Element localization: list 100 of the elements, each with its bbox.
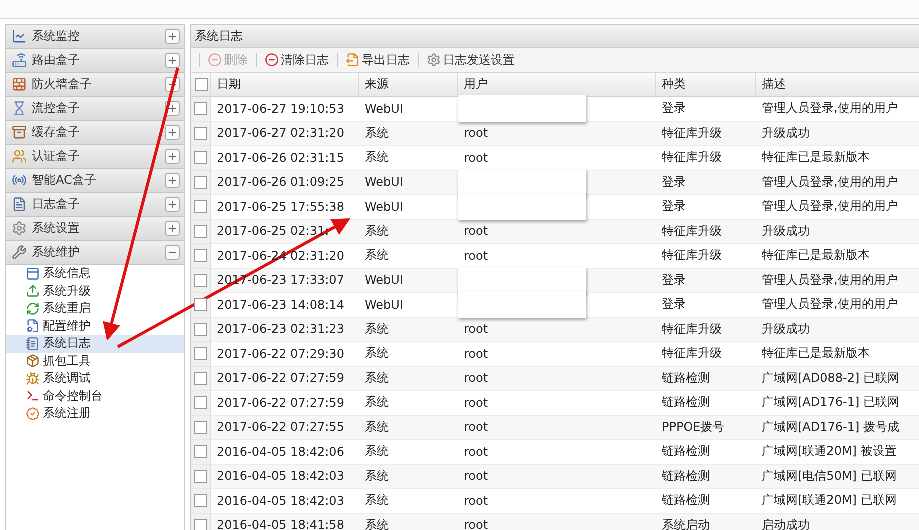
expand-button[interactable] xyxy=(165,149,180,164)
expand-button[interactable] xyxy=(165,221,180,236)
sidebar-section[interactable]: 系统维护 xyxy=(6,241,184,265)
table-cell: 登录 xyxy=(656,170,756,195)
table-cell: root xyxy=(458,122,656,146)
column-header[interactable]: 日期 xyxy=(211,73,359,97)
sidebar-section[interactable]: 路由盒子 xyxy=(6,49,184,73)
export-icon xyxy=(346,53,360,67)
table-cell: root xyxy=(458,464,656,489)
sidebar-section[interactable]: 系统设置 xyxy=(6,217,184,241)
sidebar-section[interactable]: 日志盒子 xyxy=(6,193,184,217)
window-icon xyxy=(26,266,40,281)
section-label: 日志盒子 xyxy=(32,196,81,213)
plus-icon xyxy=(167,55,178,66)
section-label: 系统监控 xyxy=(32,28,81,45)
column-header[interactable]: 种类 xyxy=(656,73,756,97)
column-header[interactable]: 来源 xyxy=(359,73,458,97)
table-cell: 2017-06-22 07:27:59 xyxy=(211,366,359,391)
table-cell: 2016-04-05 18:41:58 xyxy=(211,514,359,530)
sidebar-section[interactable]: 流控盒子 xyxy=(6,97,184,121)
item-label: 系统注册 xyxy=(43,405,91,422)
table-cell: 广域网[AD088-2] 已联网 xyxy=(756,366,919,391)
hourglass-icon xyxy=(12,101,27,116)
item-label: 系统升级 xyxy=(43,282,91,300)
sidebar-item[interactable]: 系统信息 xyxy=(6,265,184,282)
sidebar-item[interactable]: 命令控制台 xyxy=(6,388,184,405)
row-checkbox[interactable] xyxy=(194,518,207,530)
collapse-button[interactable] xyxy=(165,245,180,260)
expand-button[interactable] xyxy=(165,53,180,68)
row-checkbox[interactable] xyxy=(194,445,207,458)
row-checkbox[interactable] xyxy=(194,224,207,238)
chart-icon xyxy=(12,29,27,44)
row-checkbox[interactable] xyxy=(194,176,207,189)
plus-icon xyxy=(167,31,178,42)
section-label: 认证盒子 xyxy=(32,148,81,165)
toolbar-button[interactable]: 导出日志 xyxy=(344,52,412,68)
table-cell: 升级成功 xyxy=(756,318,919,342)
sidebar-item[interactable]: 系统升级 xyxy=(6,282,184,300)
plus-icon xyxy=(167,175,178,186)
row-checkbox[interactable] xyxy=(194,494,207,508)
section-label: 流控盒子 xyxy=(32,100,81,117)
table-cell: 升级成功 xyxy=(756,220,919,244)
row-checkbox[interactable] xyxy=(194,347,207,360)
item-label: 命令控制台 xyxy=(43,388,103,405)
table-cell: 系统 xyxy=(359,514,458,530)
box-icon xyxy=(12,125,27,140)
table-cell: 广域网[AD176-1] 拨号成 xyxy=(756,416,919,440)
row-checkbox[interactable] xyxy=(194,200,207,214)
plus-icon xyxy=(167,199,178,210)
row-checkbox[interactable] xyxy=(194,249,207,262)
table-cell: WebUI xyxy=(359,268,458,293)
row-checkbox[interactable] xyxy=(194,322,207,336)
debug-icon xyxy=(26,372,40,386)
toolbar-button[interactable]: 日志发送设置 xyxy=(425,52,517,68)
plus-icon xyxy=(167,103,178,114)
table-cell: PPPOE拨号 xyxy=(656,416,756,440)
item-label: 系统信息 xyxy=(43,265,91,282)
table-cell: 系统 xyxy=(359,366,458,391)
select-all-checkbox[interactable] xyxy=(195,78,208,91)
row-checkbox[interactable] xyxy=(194,470,207,483)
table-cell: 2017-06-26 01:09:25 xyxy=(211,170,359,195)
table-cell: 2017-06-22 07:27:55 xyxy=(211,416,359,440)
item-label: 系统重启 xyxy=(43,300,91,318)
table-cell: root xyxy=(458,416,656,440)
toolbar-button[interactable]: 清除日志 xyxy=(263,52,331,68)
gear-icon xyxy=(12,221,27,236)
table-cell: 2017-06-25 02:31: xyxy=(211,220,359,244)
expand-button[interactable] xyxy=(165,125,180,140)
row-checkbox[interactable] xyxy=(194,126,207,140)
row-checkbox[interactable] xyxy=(194,151,207,164)
table-cell: 2017-06-23 02:31:23 xyxy=(211,318,359,342)
sidebar-item[interactable]: 配置维护 xyxy=(6,318,184,335)
row-checkbox[interactable] xyxy=(194,298,207,312)
sidebar-section[interactable]: 认证盒子 xyxy=(6,145,184,169)
sidebar-section[interactable]: 缓存盒子 xyxy=(6,121,184,145)
table-cell: 2017-06-27 02:31:20 xyxy=(211,122,359,146)
table-cell: 管理人员登录,使用的用户 xyxy=(756,170,919,195)
column-header[interactable]: 用户 xyxy=(458,73,656,97)
expand-button[interactable] xyxy=(165,197,180,212)
sidebar-item[interactable]: 系统注册 xyxy=(6,405,184,422)
sidebar-item[interactable]: 系统日志 xyxy=(6,335,184,352)
row-checkbox[interactable] xyxy=(194,372,207,385)
sidebar-item[interactable]: 系统调试 xyxy=(6,370,184,388)
notebook-icon xyxy=(26,336,40,351)
expand-button[interactable] xyxy=(165,29,180,44)
sidebar-item[interactable]: 系统重启 xyxy=(6,300,184,318)
item-label: 配置维护 xyxy=(43,318,91,335)
sidebar-section[interactable]: 防火墙盒子 xyxy=(6,73,184,97)
row-checkbox[interactable] xyxy=(194,274,207,287)
row-checkbox[interactable] xyxy=(194,102,207,116)
column-header[interactable]: 描述 xyxy=(756,73,919,97)
plus-icon xyxy=(167,223,178,234)
table-cell: 系统 xyxy=(359,122,458,146)
row-checkbox[interactable] xyxy=(194,396,207,410)
row-checkbox[interactable] xyxy=(194,420,207,434)
sidebar-item[interactable]: 抓包工具 xyxy=(6,352,184,370)
sidebar-section[interactable]: 系统监控 xyxy=(6,25,184,49)
table-cell: 2016-04-05 18:42:03 xyxy=(211,464,359,489)
expand-button[interactable] xyxy=(165,173,180,188)
sidebar-section[interactable]: 智能AC盒子 xyxy=(6,169,184,193)
